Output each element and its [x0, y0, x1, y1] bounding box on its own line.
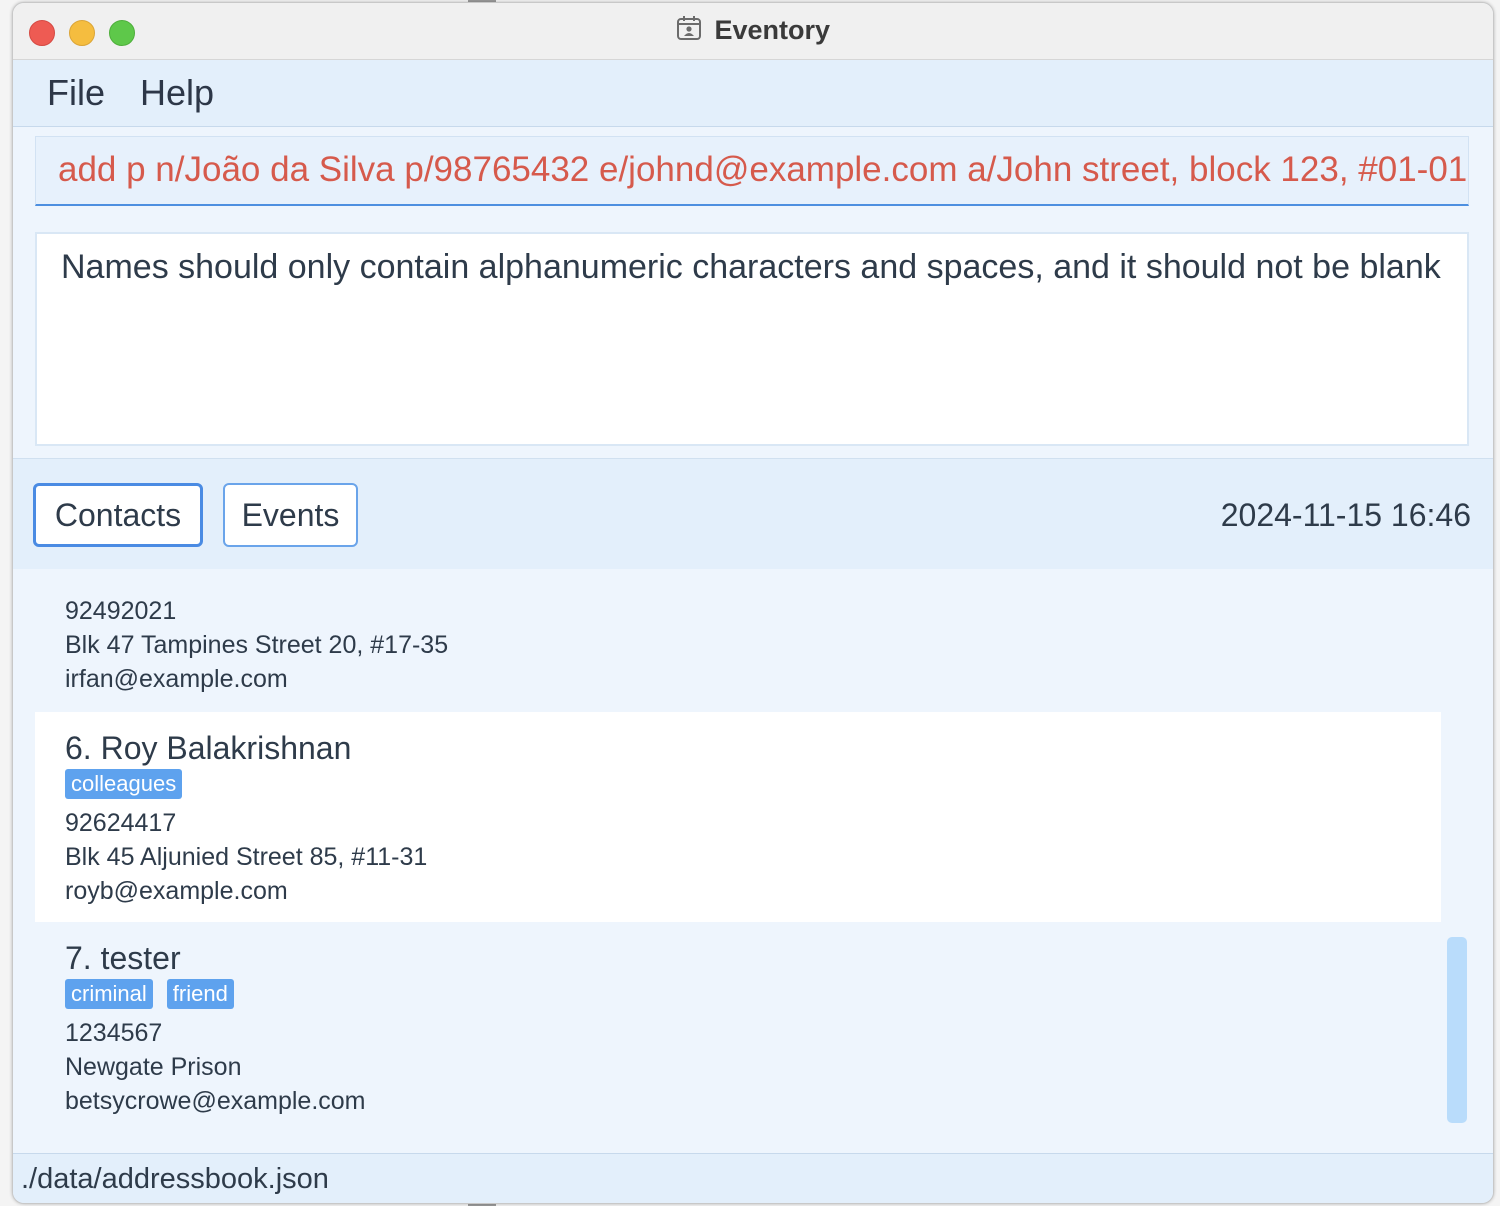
contact-address: Blk 45 Aljunied Street 85, #11-31	[65, 843, 428, 871]
list-scrollbar[interactable]	[1447, 937, 1467, 1123]
contact-name: 6. Roy Balakrishnan	[65, 730, 352, 766]
contact-card[interactable]: 6. Roy Balakrishnan colleagues 92624417 …	[35, 712, 1441, 922]
tab-bar: Contacts Events 2024-11-15 16:46	[13, 458, 1493, 570]
contact-email: irfan@example.com	[65, 665, 288, 693]
contact-tags: colleagues	[65, 769, 183, 799]
title-bar: Eventory	[13, 3, 1493, 60]
contact-card[interactable]: 92492021 Blk 47 Tampines Street 20, #17-…	[35, 569, 1441, 711]
contact-tags: criminal friend	[65, 979, 234, 1009]
menu-help[interactable]: Help	[140, 72, 214, 114]
result-display[interactable]: Names should only contain alphanumeric c…	[35, 232, 1469, 446]
app-window: Eventory File Help add p n/João da Silva…	[12, 2, 1494, 1204]
result-message: Names should only contain alphanumeric c…	[61, 248, 1441, 286]
tag-label: friend	[166, 979, 234, 1009]
data-file-path: ./data/addressbook.json	[21, 1163, 329, 1195]
contact-phone: 1234567	[65, 1019, 163, 1047]
contact-email: betsycrowe@example.com	[65, 1087, 366, 1115]
tab-contacts[interactable]: Contacts	[33, 483, 203, 547]
contact-card[interactable]: 7. tester criminal friend 1234567 Newgat…	[35, 922, 1441, 1132]
status-bar: ./data/addressbook.json	[13, 1153, 1493, 1203]
tag-label: colleagues	[65, 769, 183, 799]
contact-phone: 92492021	[65, 597, 177, 625]
command-input[interactable]: add p n/João da Silva p/98765432 e/johnd…	[35, 136, 1469, 206]
contact-address: Blk 47 Tampines Street 20, #17-35	[65, 631, 449, 659]
calendar-contact-icon	[676, 15, 702, 46]
contact-email: royb@example.com	[65, 877, 288, 905]
contact-list[interactable]: 92492021 Blk 47 Tampines Street 20, #17-…	[13, 569, 1493, 1153]
contact-name: 7. tester	[65, 940, 181, 976]
tag-label: criminal	[65, 979, 153, 1009]
window-title: Eventory	[714, 15, 830, 45]
menu-file[interactable]: File	[47, 72, 105, 114]
menu-bar: File Help	[13, 60, 1493, 127]
current-datetime: 2024-11-15 16:46	[1220, 497, 1471, 533]
command-input-text: add p n/João da Silva p/98765432 e/johnd…	[58, 150, 1468, 189]
tab-events[interactable]: Events	[223, 483, 358, 547]
contact-address: Newgate Prison	[65, 1053, 242, 1081]
contact-phone: 92624417	[65, 809, 177, 837]
